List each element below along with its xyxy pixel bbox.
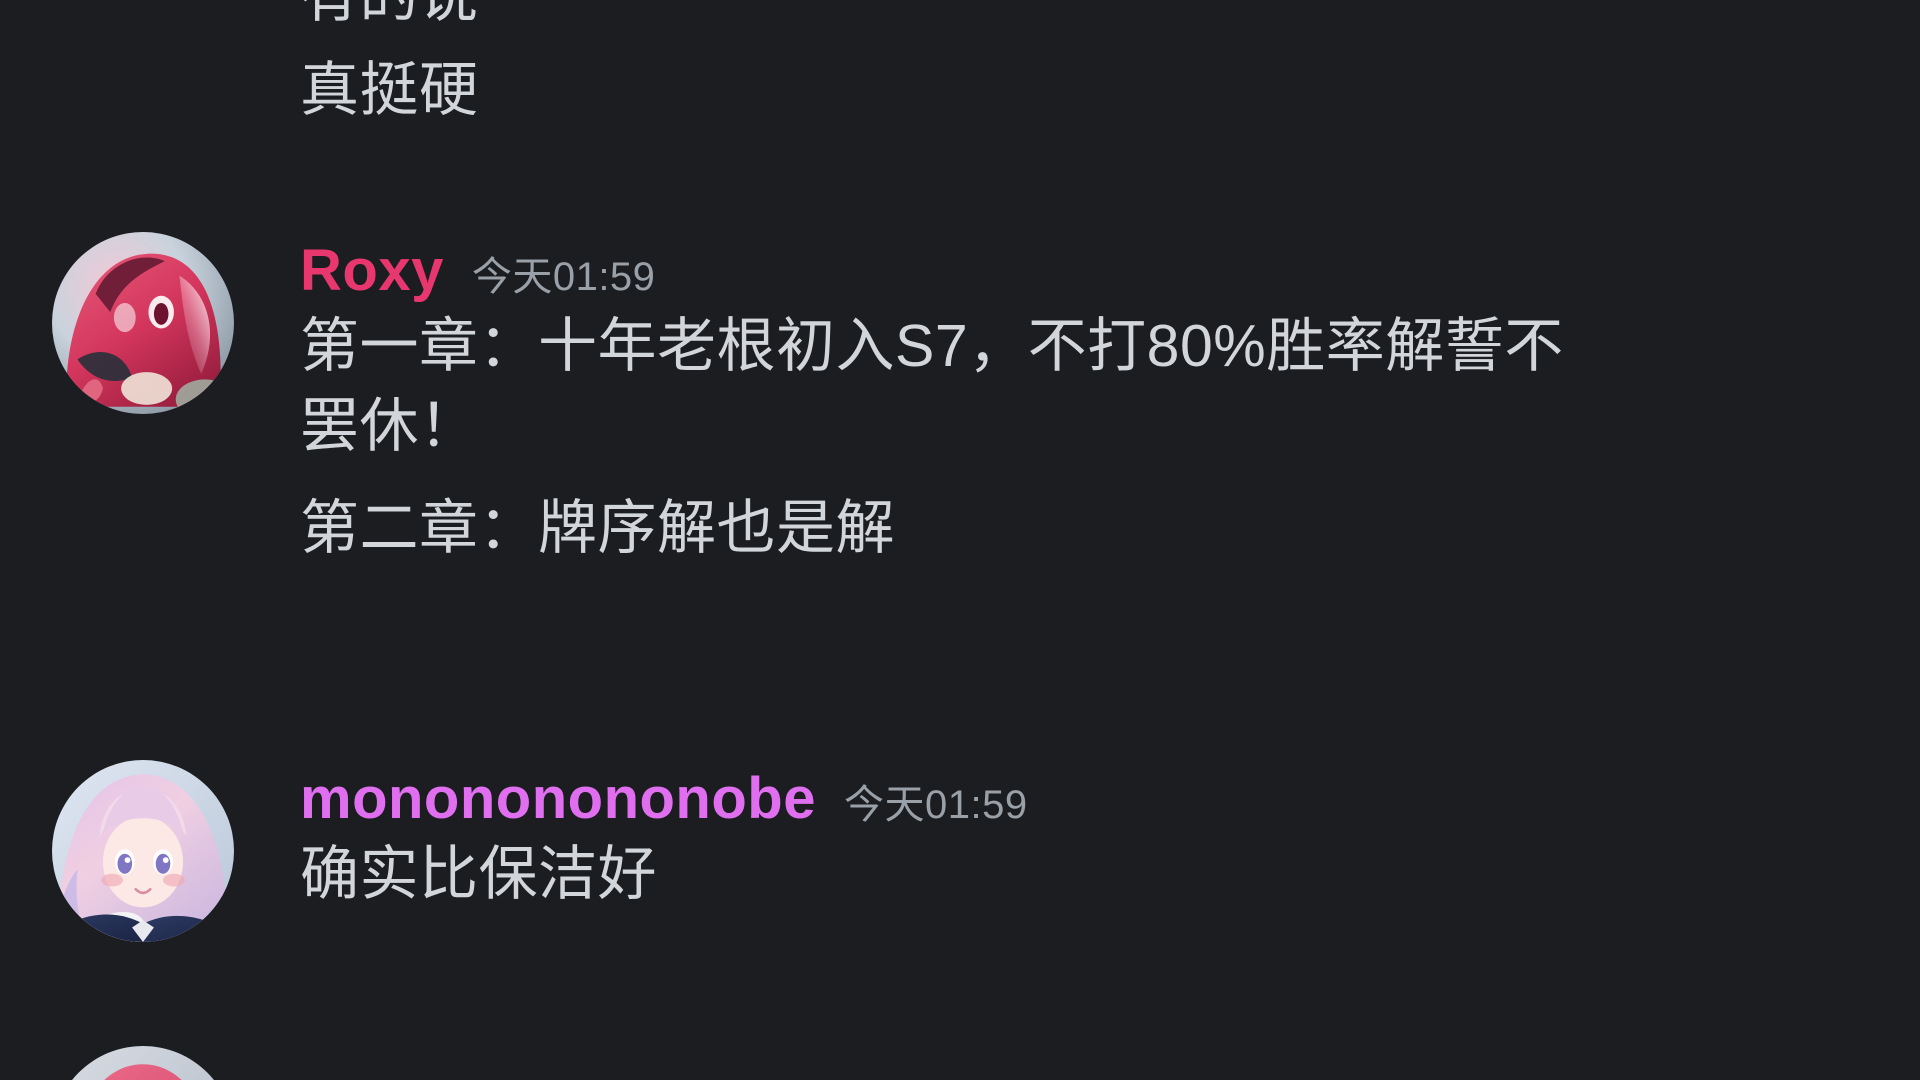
avatar-slot [0,232,300,414]
chat-message-partial[interactable] [0,1046,1920,1080]
message-text-line: 第二章：牌序解也是解 [300,495,896,562]
mononobe-avatar[interactable] [52,760,234,942]
username-roxy[interactable]: Roxy [300,242,444,300]
username-mononobe[interactable]: monononononobe [300,770,816,828]
message-header: Roxy 今天01:59 [300,242,1920,300]
chat-message-list[interactable]: 有的说 真挺硬 [0,0,1920,1080]
message-timestamp: 今天01:59 [843,783,1028,827]
roxy-avatar[interactable] [52,232,234,414]
message-text-line: 确实比保洁好 [300,841,658,907]
message-text-line: 真挺硬 [300,57,479,123]
clipped-message-text: 有的说 [300,0,479,36]
avatar-slot [0,760,300,942]
message-body [300,1046,1920,1058]
message-header: monononononobe 今天01:59 [300,770,1920,828]
chat-message-roxy[interactable]: Roxy 今天01:59 第一章：十年老根初入S7，不打80%胜率解誓不 罢休！… [0,232,1920,569]
message-timestamp: 今天01:59 [471,255,656,299]
message-body: monononononobe 今天01:59 确实比保洁好 [300,760,1920,914]
partial-avatar[interactable] [52,1046,234,1080]
avatar-slot [0,1046,300,1080]
message-text-line: 第一章：十年老根初入S7，不打80%胜率解誓不 [300,313,1564,379]
message-text-line: 罢休！ [300,393,479,460]
message-body: Roxy 今天01:59 第一章：十年老根初入S7，不打80%胜率解誓不 罢休！… [300,232,1920,569]
chat-message-mononobe[interactable]: monononononobe 今天01:59 确实比保洁好 [0,760,1920,942]
